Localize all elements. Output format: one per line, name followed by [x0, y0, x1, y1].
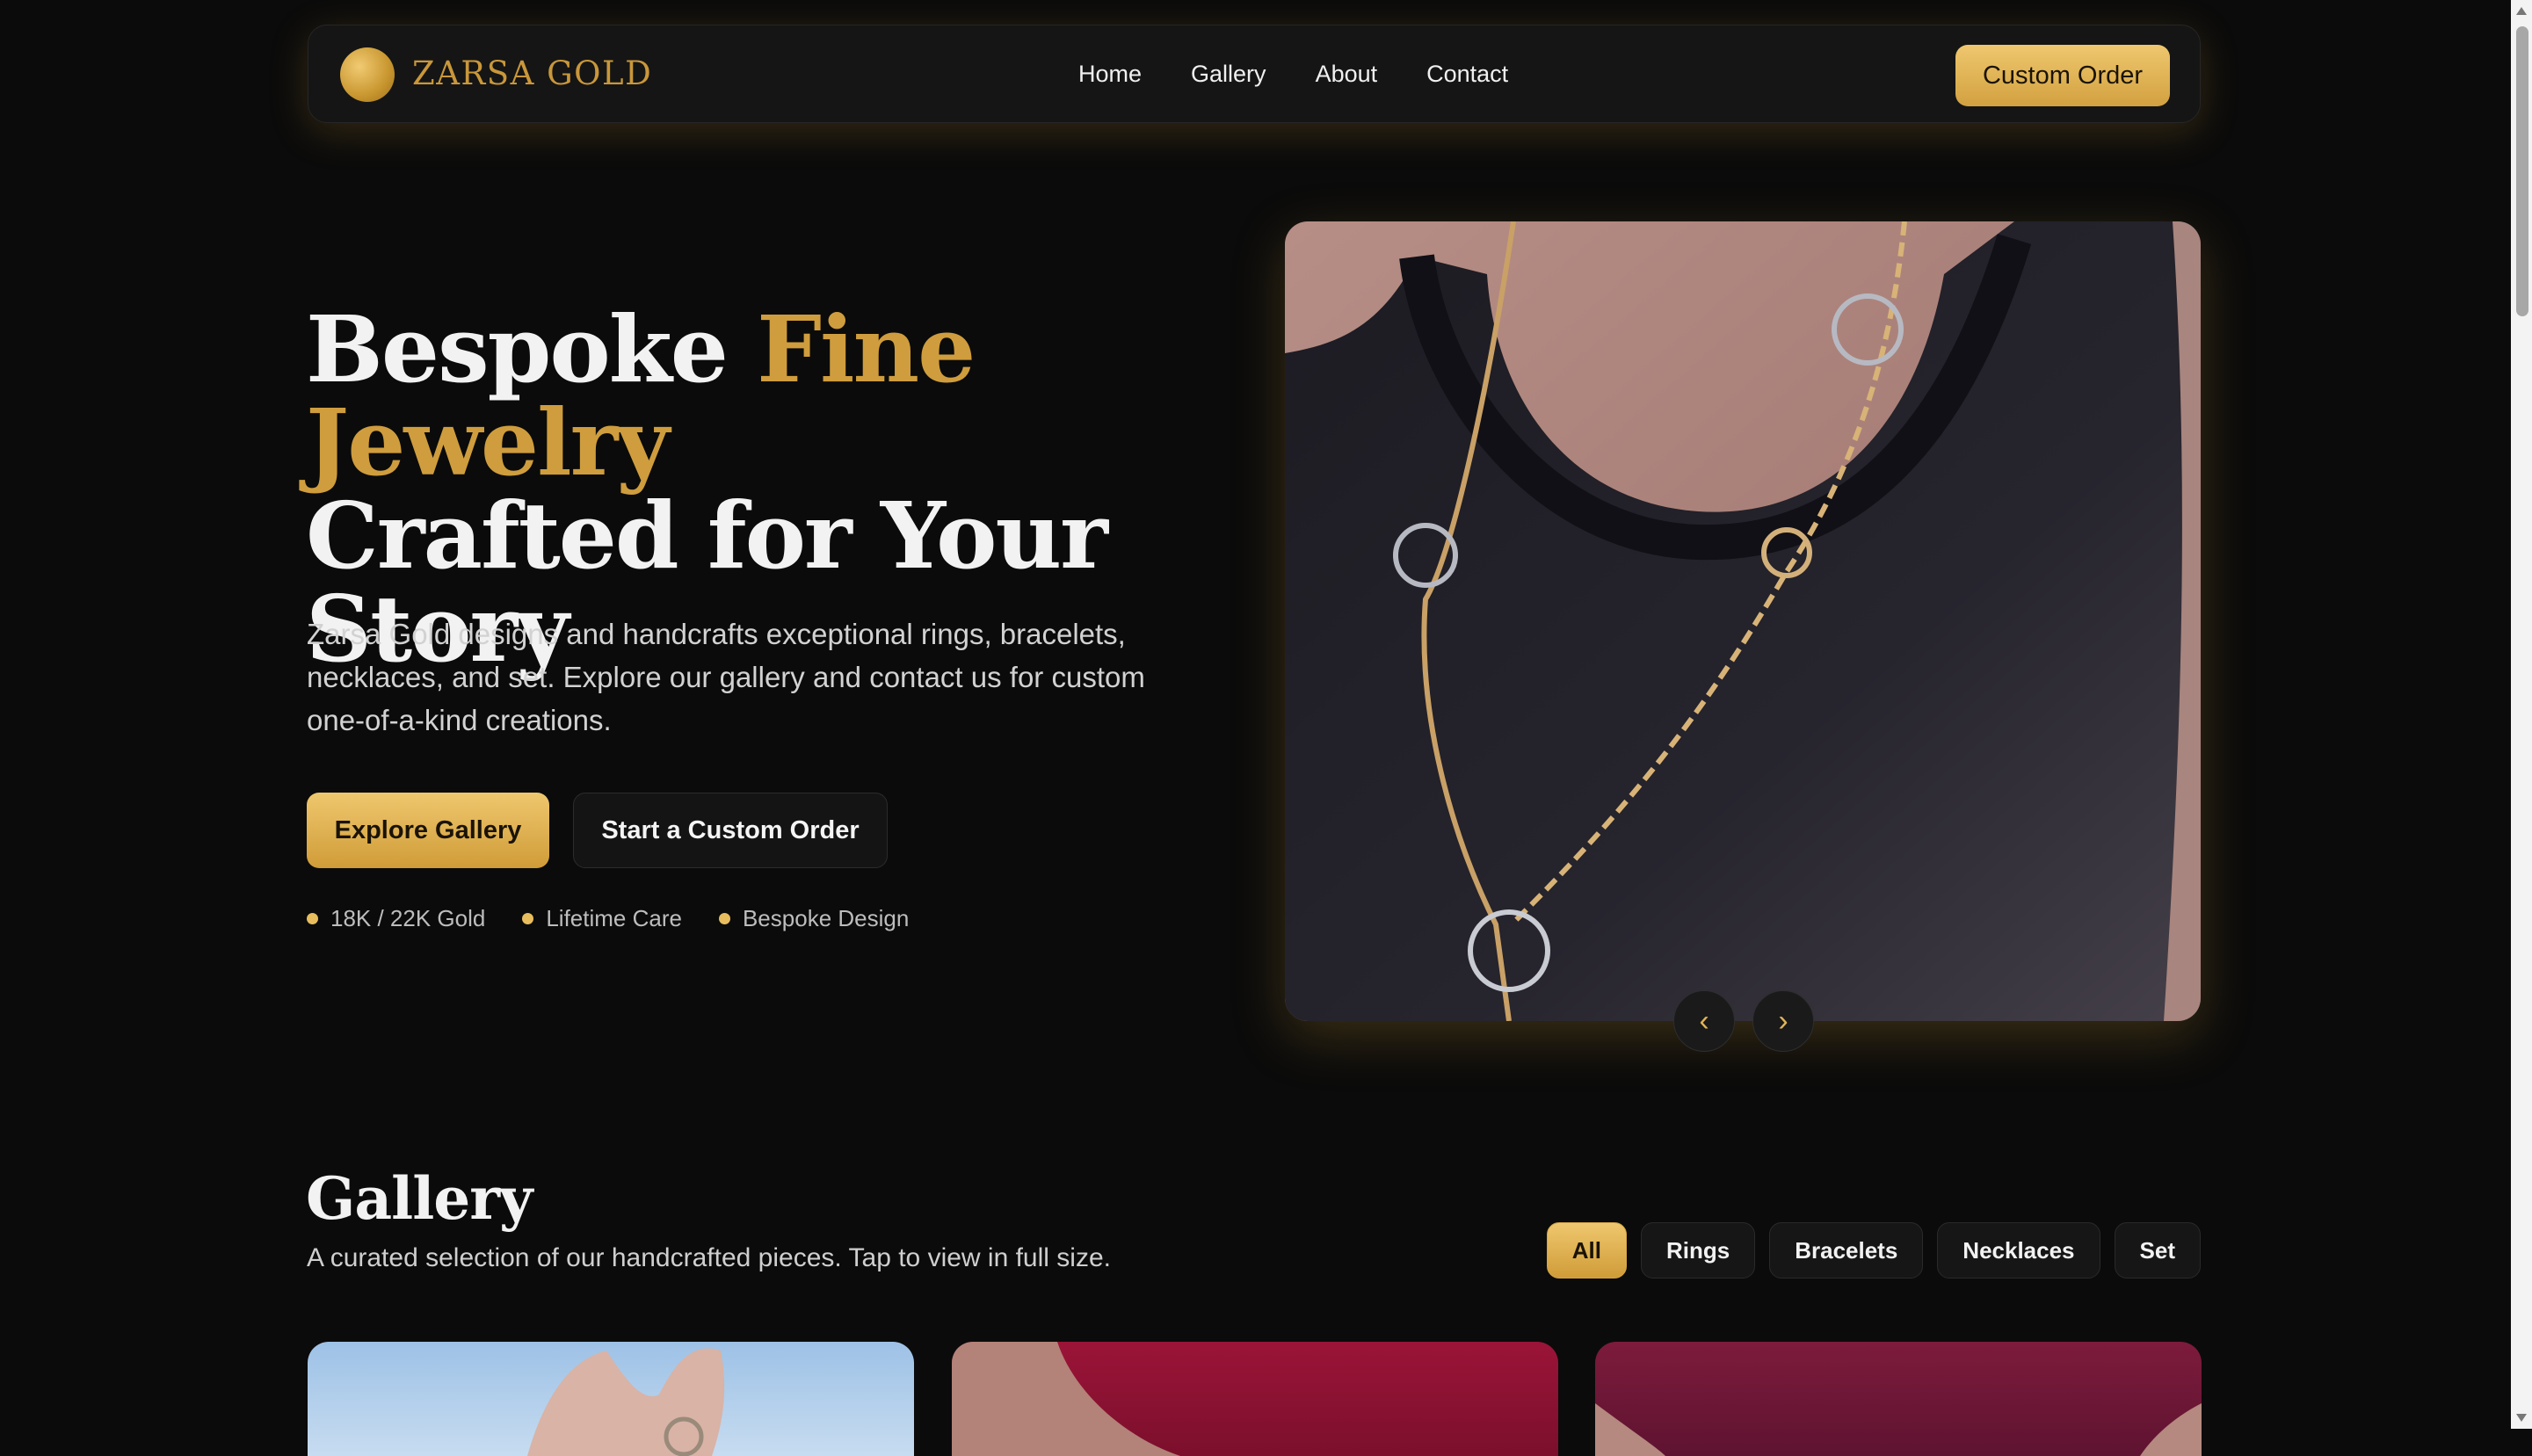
nav-links: Home Gallery About Contact: [1078, 61, 1508, 88]
page-scrollbar[interactable]: [2511, 0, 2532, 1429]
gallery-subtitle: A curated selection of our handcrafted p…: [307, 1243, 1111, 1272]
nav-link-contact[interactable]: Contact: [1426, 61, 1508, 88]
filter-necklaces[interactable]: Necklaces: [1937, 1222, 2100, 1279]
gallery-title: Gallery: [306, 1164, 533, 1233]
hero-badges: 18K / 22K Gold Lifetime Care Bespoke Des…: [307, 905, 909, 932]
set-photo-illustration: [1595, 1403, 2202, 1456]
gallery-card[interactable]: [952, 1342, 1558, 1456]
gallery-card[interactable]: [1595, 1342, 2202, 1456]
explore-gallery-button[interactable]: Explore Gallery: [307, 793, 549, 868]
scrollbar-thumb[interactable]: [2516, 26, 2528, 316]
carousel-next-button[interactable]: ›: [1752, 990, 1814, 1052]
hero-title-part1: Bespoke: [306, 295, 758, 403]
nav-link-about[interactable]: About: [1316, 61, 1378, 88]
nav-link-gallery[interactable]: Gallery: [1191, 61, 1266, 88]
gallery-filters: All Rings Bracelets Necklaces Set: [1546, 1222, 2201, 1279]
badge-gold-karat: 18K / 22K Gold: [307, 905, 485, 932]
badge-dot-icon: [307, 913, 318, 924]
filter-bracelets[interactable]: Bracelets: [1769, 1222, 1924, 1279]
scroll-up-arrow-icon[interactable]: [2516, 7, 2527, 15]
necklace-photo-illustration: [952, 1342, 1180, 1456]
carousel-prev-button[interactable]: ‹: [1673, 990, 1735, 1052]
badge-bespoke-design: Bespoke Design: [718, 905, 910, 932]
hero-carousel-image[interactable]: [1285, 221, 2201, 1021]
start-custom-order-button[interactable]: Start a Custom Order: [573, 793, 888, 868]
filter-set[interactable]: Set: [2114, 1222, 2201, 1279]
logo-mark-icon[interactable]: [340, 47, 395, 102]
custom-order-button[interactable]: Custom Order: [1955, 45, 2170, 106]
top-navigation: ZARSA GOLD Home Gallery About Contact Cu…: [308, 25, 2201, 123]
nav-link-home[interactable]: Home: [1078, 61, 1142, 88]
badge-label: Bespoke Design: [742, 905, 910, 931]
badge-label: Lifetime Care: [546, 905, 682, 931]
logo-text[interactable]: ZARSA GOLD: [412, 54, 652, 92]
filter-rings[interactable]: Rings: [1640, 1222, 1756, 1279]
badge-label: 18K / 22K Gold: [330, 905, 486, 931]
badge-lifetime-care: Lifetime Care: [522, 905, 682, 932]
badge-dot-icon: [522, 913, 534, 924]
necklace-photo-illustration: [1285, 221, 2201, 1021]
badge-dot-icon: [718, 913, 730, 924]
hero-subtitle: Zarsa Gold designs and handcrafts except…: [307, 618, 1145, 736]
ring-photo-illustration: [527, 1348, 725, 1456]
scroll-down-arrow-icon[interactable]: [2516, 1414, 2527, 1422]
filter-all[interactable]: All: [1546, 1222, 1627, 1279]
gallery-card[interactable]: [308, 1342, 914, 1456]
